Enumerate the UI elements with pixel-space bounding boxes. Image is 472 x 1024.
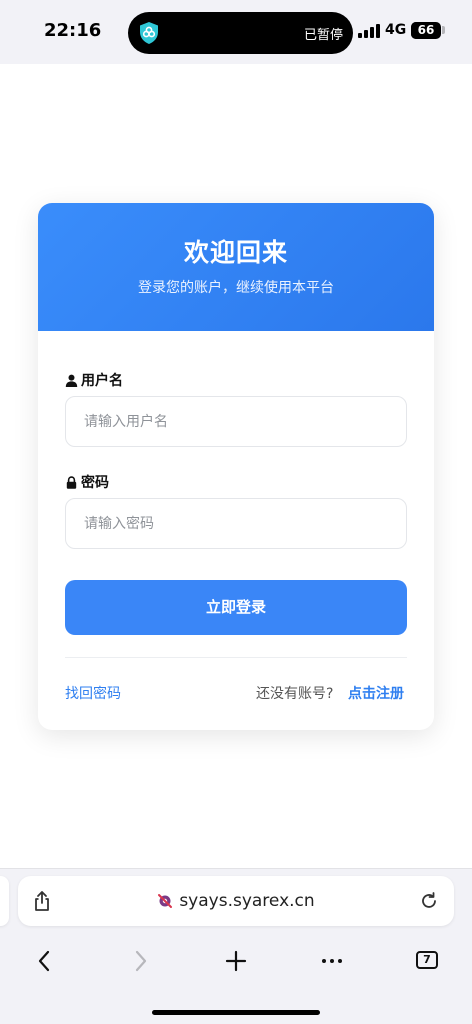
card-header: 欢迎回来 登录您的账户，继续使用本平台	[38, 203, 434, 331]
forward-icon[interactable]	[127, 948, 153, 974]
login-card: 欢迎回来 登录您的账户，继续使用本平台 用户名 密码 立即登录 找回密码 还没有…	[38, 203, 434, 730]
battery-cap	[442, 26, 445, 34]
lock-icon	[66, 475, 77, 489]
address-bar[interactable]: syays.syarex.cn	[18, 876, 454, 926]
back-icon[interactable]	[32, 948, 58, 974]
privacy-icon	[158, 894, 173, 908]
username-input[interactable]	[65, 396, 407, 447]
user-icon	[65, 374, 78, 387]
previous-tab-edge[interactable]	[0, 876, 9, 926]
status-time: 22:16	[44, 20, 102, 41]
username-label-text: 用户名	[81, 373, 123, 389]
vpn-shield-icon	[140, 22, 158, 44]
battery-icon: 66	[411, 22, 441, 39]
tabs-icon[interactable]: 7	[416, 951, 438, 969]
paused-status: 已暂停	[303, 28, 343, 43]
password-label-text: 密码	[81, 475, 109, 491]
url-text: syays.syarex.cn	[179, 891, 315, 911]
username-label: 用户名	[65, 370, 123, 390]
password-label: 密码	[65, 472, 109, 492]
dynamic-island: 已暂停	[128, 12, 353, 54]
url-display[interactable]: syays.syarex.cn	[18, 876, 454, 926]
card-subtitle: 登录您的账户，继续使用本平台	[138, 280, 334, 296]
forgot-password-link[interactable]: 找回密码	[65, 683, 121, 703]
home-indicator	[152, 1010, 320, 1015]
login-page: 22:16 已暂停 4G 66 欢迎回来 登录您的账户，继续使用本平台 用户名 …	[0, 0, 472, 1024]
divider	[65, 657, 407, 658]
login-button[interactable]: 立即登录	[65, 580, 407, 635]
network-type: 4G	[385, 22, 407, 38]
plus-icon[interactable]	[223, 948, 249, 974]
battery-percent: 66	[417, 23, 435, 37]
status-bar: 22:16 已暂停 4G 66	[0, 0, 472, 64]
no-account-text: 还没有账号?	[256, 686, 334, 702]
signal-icon	[358, 24, 380, 38]
password-input[interactable]	[65, 498, 407, 549]
more-icon[interactable]	[319, 948, 345, 974]
register-link[interactable]: 点击注册	[348, 683, 404, 703]
card-title: 欢迎回来	[183, 238, 288, 267]
reload-icon[interactable]	[419, 891, 439, 911]
